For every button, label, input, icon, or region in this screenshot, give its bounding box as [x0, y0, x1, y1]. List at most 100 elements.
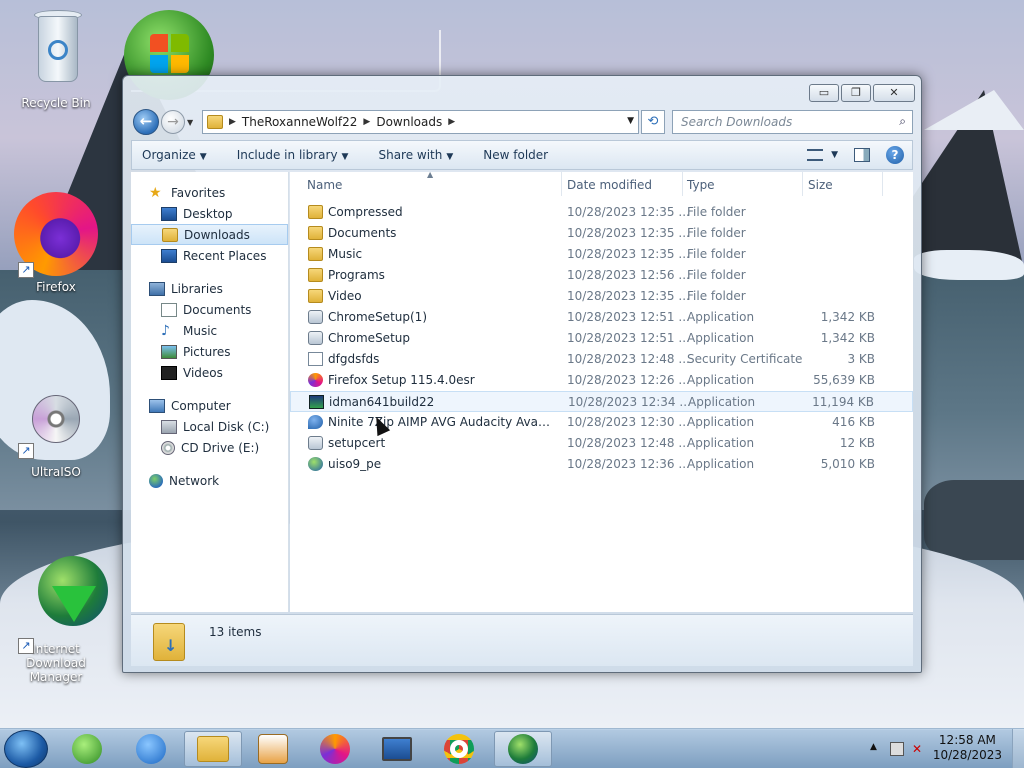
- address-dropdown-icon[interactable]: ▼: [627, 116, 634, 126]
- windows-explorer-icon: [197, 736, 229, 762]
- search-placeholder: Search Downloads: [681, 115, 793, 129]
- downloads-folder-icon: [162, 227, 178, 242]
- breadcrumb-downloads[interactable]: Downloads: [376, 115, 442, 129]
- file-date-modified: 10/28/2023 12:56 ...: [567, 268, 690, 282]
- file-name: Ninite 7Zip AIMP AVG Audacity Avast Av..…: [328, 415, 554, 429]
- file-row[interactable]: Compressed 10/28/2023 12:35 ... File folde…: [290, 202, 913, 223]
- fox-file-icon: [308, 373, 323, 387]
- clock[interactable]: 12:58 AM 10/28/2023: [933, 733, 1002, 763]
- nav-computer[interactable]: Computer: [131, 395, 288, 416]
- nav-downloads[interactable]: Downloads: [131, 224, 288, 245]
- maximize-button[interactable]: ❐: [841, 84, 871, 102]
- address-bar[interactable]: ▶ TheRoxanneWolf22 ▶ Downloads ▶ ▼: [202, 110, 639, 134]
- file-row[interactable]: Video 10/28/2023 12:35 ... File folder: [290, 286, 913, 307]
- file-date-modified: 10/28/2023 12:36 ...: [567, 457, 690, 471]
- column-header-name[interactable]: Name: [307, 178, 342, 192]
- media-center-icon: [258, 734, 288, 764]
- file-row[interactable]: idman641build22 10/28/2023 12:34 ... Appli…: [290, 391, 913, 412]
- nav-desktop[interactable]: Desktop: [131, 203, 288, 224]
- nav-label: Recent Places: [183, 248, 267, 263]
- file-size: 1,342 KB: [820, 310, 875, 324]
- desktop-icon: [161, 206, 177, 221]
- preview-pane-button[interactable]: [854, 148, 870, 162]
- star-icon: ★: [149, 184, 162, 201]
- minimize-button[interactable]: ▭: [809, 84, 839, 102]
- file-row[interactable]: dfgdsfds 10/28/2023 12:48 ... Security Cer…: [290, 349, 913, 370]
- network-tray-icon[interactable]: [890, 742, 904, 756]
- windows-media-player-icon: [72, 734, 102, 764]
- file-row[interactable]: ChromeSetup 10/28/2023 12:51 ... Applicati…: [290, 328, 913, 349]
- file-name: setupcert: [328, 436, 386, 450]
- breadcrumb-separator-icon[interactable]: ▶: [448, 117, 455, 127]
- search-icon[interactable]: ⌕: [899, 114, 906, 129]
- organize-menu[interactable]: Organize ▼: [142, 148, 207, 162]
- chevron-down-icon: ▼: [199, 152, 207, 162]
- taskbar-internet-explorer[interactable]: [122, 731, 180, 767]
- nav-cd-drive[interactable]: CD Drive (E:): [131, 437, 288, 458]
- desktop-icon-ultraiso[interactable]: ↗ UltraISO: [8, 395, 104, 479]
- desktop-icon-recycle-bin[interactable]: Recycle Bin: [8, 6, 104, 110]
- nav-label: Desktop: [183, 206, 233, 221]
- volume-muted-icon[interactable]: ✕: [912, 742, 926, 756]
- file-row[interactable]: ChromeSetup(1) 10/28/2023 12:51 ... Applic…: [290, 307, 913, 328]
- window-controls: ▭ ❐ ✕: [809, 84, 915, 102]
- chevron-down-icon: ▼: [341, 152, 349, 162]
- close-button[interactable]: ✕: [873, 84, 915, 102]
- pictures-icon: [161, 344, 177, 359]
- nav-favorites[interactable]: ★ Favorites: [131, 182, 288, 203]
- show-hidden-icons-button[interactable]: ▲: [870, 742, 877, 752]
- nav-videos[interactable]: Videos: [131, 362, 288, 383]
- column-header-type[interactable]: Type: [687, 178, 715, 192]
- back-button[interactable]: ←: [133, 109, 159, 135]
- column-header-size[interactable]: Size: [808, 178, 833, 192]
- taskbar-media-center[interactable]: [244, 731, 302, 767]
- file-type: Application: [687, 331, 755, 345]
- breadcrumb-separator-icon[interactable]: ▶: [229, 117, 236, 127]
- nav-local-disk[interactable]: Local Disk (C:): [131, 416, 288, 437]
- navigation-bar: ← → ▼ ▶ TheRoxanneWolf22 ▶ Downloads ▶ ▼…: [131, 106, 913, 136]
- forward-button[interactable]: →: [161, 110, 185, 134]
- taskbar-internet-download-manager[interactable]: [494, 731, 552, 767]
- taskbar-chrome[interactable]: [430, 731, 488, 767]
- system-tray: ▲ ✕ 12:58 AM 10/28/2023: [864, 729, 1024, 768]
- refresh-button[interactable]: ⟲: [641, 110, 665, 134]
- show-desktop-button[interactable]: [1012, 729, 1024, 768]
- file-date-modified: 10/28/2023 12:51 ...: [567, 310, 690, 324]
- breadcrumb-separator-icon[interactable]: ▶: [363, 117, 370, 127]
- taskbar-windows-explorer[interactable]: [184, 731, 242, 767]
- desktop-icon-firefox[interactable]: ↗ Firefox: [8, 192, 104, 294]
- file-row[interactable]: Documents 10/28/2023 12:35 ... File folder: [290, 223, 913, 244]
- file-date-modified: 10/28/2023 12:35 ...: [567, 205, 690, 219]
- taskbar-firefox[interactable]: [306, 731, 364, 767]
- nav-recent-places[interactable]: Recent Places: [131, 245, 288, 266]
- nav-libraries[interactable]: Libraries: [131, 278, 288, 299]
- nav-label: Pictures: [183, 344, 231, 359]
- share-with-menu[interactable]: Share with ▼: [378, 148, 453, 162]
- file-row[interactable]: uiso9_pe 10/28/2023 12:36 ... Application 5…: [290, 454, 913, 475]
- taskbar-windows-media-player[interactable]: [58, 731, 116, 767]
- file-row[interactable]: Music 10/28/2023 12:35 ... File folder: [290, 244, 913, 265]
- desktop-icon-internet-download-manager[interactable]: ↗ Internet Download Manager: [8, 556, 108, 684]
- file-row[interactable]: Firefox Setup 115.4.0esr 10/28/2023 12:26…: [290, 370, 913, 391]
- column-header-date-modified[interactable]: Date modified: [567, 178, 652, 192]
- folder-file-icon: [308, 289, 323, 303]
- start-button[interactable]: [4, 730, 48, 768]
- taskbar-remote-desktop[interactable]: [368, 731, 426, 767]
- include-in-library-menu[interactable]: Include in library ▼: [237, 148, 349, 162]
- file-row[interactable]: setupcert 10/28/2023 12:48 ... Application…: [290, 433, 913, 454]
- cert-file-icon: [308, 352, 323, 366]
- nav-music[interactable]: ♪ Music: [131, 320, 288, 341]
- file-row[interactable]: Programs 10/28/2023 12:56 ... File folder: [290, 265, 913, 286]
- recent-pages-dropdown[interactable]: ▼: [187, 118, 193, 127]
- nav-network[interactable]: Network: [131, 470, 288, 491]
- nav-pictures[interactable]: Pictures: [131, 341, 288, 362]
- monitor-icon: [382, 737, 412, 761]
- breadcrumb-user[interactable]: TheRoxanneWolf22: [242, 115, 357, 129]
- help-button[interactable]: ?: [886, 146, 904, 164]
- nav-documents[interactable]: Documents: [131, 299, 288, 320]
- search-input[interactable]: Search Downloads ⌕: [672, 110, 913, 134]
- ultraiso-disc-icon: [32, 395, 80, 443]
- new-folder-button[interactable]: New folder: [483, 148, 548, 162]
- change-view-button[interactable]: ▼: [807, 149, 838, 161]
- folder-file-icon: [308, 205, 323, 219]
